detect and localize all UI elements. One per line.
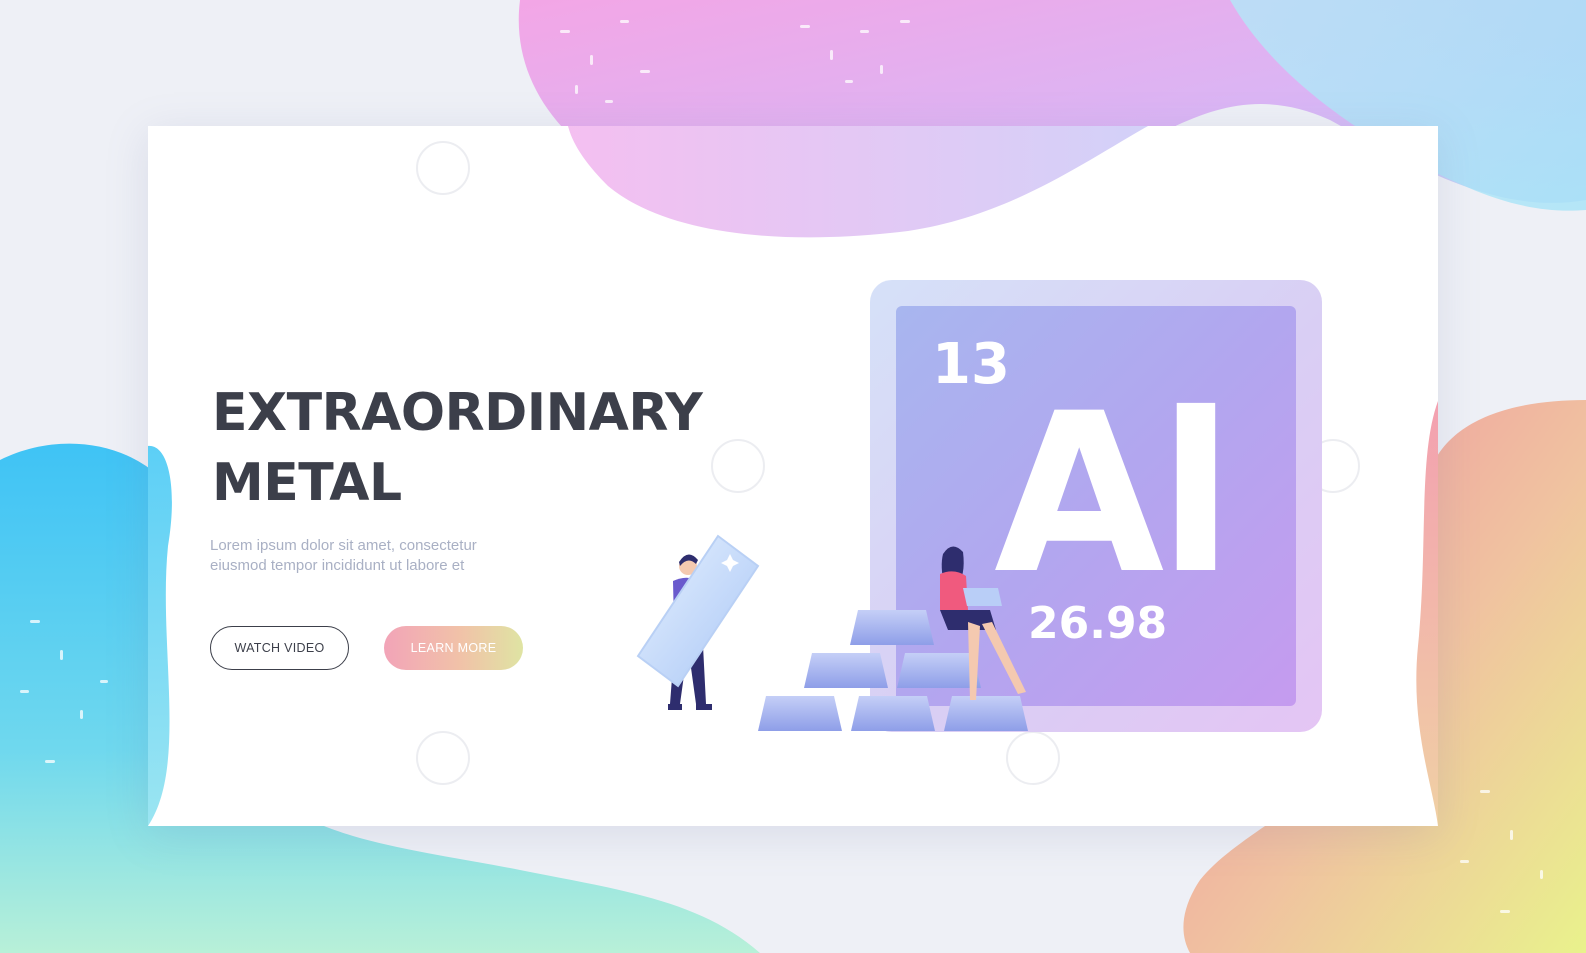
watch-video-button[interactable]: WATCH VIDEO	[210, 626, 349, 670]
headline-line-1: EXTRAORDINARY	[212, 383, 703, 443]
metal-bars-illustration	[636, 534, 1028, 731]
hero-headline: EXTRAORDINARY METAL	[212, 378, 703, 518]
description-line-2: eiusmod tempor incididunt ut labore et	[210, 557, 465, 574]
headline-line-2: METAL	[212, 453, 402, 513]
landing-card: EXTRAORDINARY METAL Lorem ipsum dolor si…	[148, 126, 1438, 826]
man-figure	[636, 534, 760, 710]
learn-more-button[interactable]: LEARN MORE	[384, 626, 523, 670]
hero-description: Lorem ipsum dolor sit amet, consectetur …	[210, 536, 540, 576]
description-line-1: Lorem ipsum dolor sit amet, consectetur	[210, 537, 477, 554]
